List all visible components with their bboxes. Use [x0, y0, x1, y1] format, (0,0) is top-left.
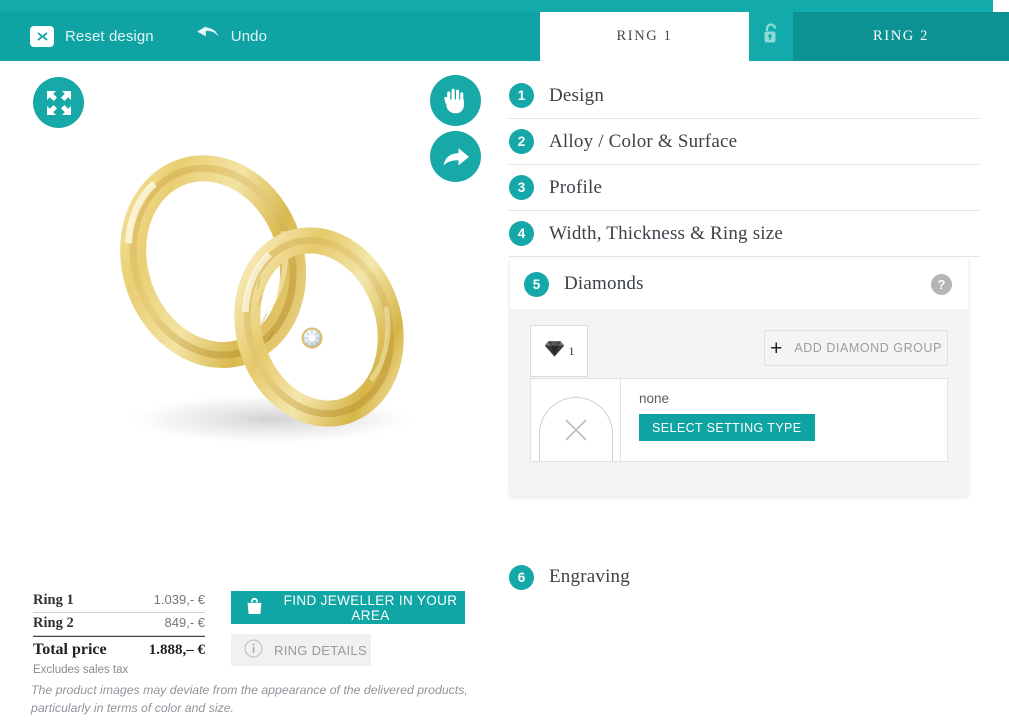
setting-type-thumbnail[interactable] [531, 379, 621, 461]
diamond-group-bar: 1 + ADD DIAMOND GROUP [530, 325, 948, 377]
reset-design-button[interactable]: Reset design [30, 26, 154, 47]
step-item-engraving[interactable]: 6 Engraving [509, 554, 979, 600]
select-setting-type-button[interactable]: SELECT SETTING TYPE [639, 414, 815, 441]
fullscreen-expand-button[interactable] [33, 77, 84, 128]
price-value: 1.039,- € [153, 592, 205, 607]
diamonds-panel-body: 1 + ADD DIAMOND GROUP none SELECT SETTIN… [510, 309, 968, 496]
diamond-icon [544, 339, 565, 363]
step-item-profile[interactable]: 3 Profile [509, 165, 979, 211]
tab-ring-1[interactable]: RING 1 [540, 12, 749, 61]
share-arrow-icon [443, 147, 469, 165]
tax-note: Excludes sales tax [33, 664, 129, 676]
undo-button[interactable]: Undo [196, 25, 267, 48]
total-price-label: Total price [33, 641, 107, 658]
step-number: 4 [509, 221, 534, 246]
ring-tabs: RING 1 RING 2 [540, 12, 1009, 61]
total-price-value: 1.888,– € [148, 642, 205, 658]
ring-product-image [95, 131, 445, 451]
step-item-width[interactable]: 4 Width, Thickness & Ring size [509, 211, 979, 257]
find-jeweller-button[interactable]: FIND JEWELLER IN YOUR AREA [231, 591, 465, 624]
none-cross-icon [564, 419, 587, 441]
diamonds-panel-header[interactable]: 5 Diamonds ? [510, 259, 968, 309]
product-disclaimer: The product images may deviate from the … [31, 683, 468, 715]
undo-arrow-icon [196, 25, 220, 48]
info-icon [244, 639, 263, 661]
price-value: 849,- € [164, 615, 205, 630]
find-jeweller-label: FIND JEWELLER IN YOUR AREA [283, 592, 458, 623]
step-label: Alloy / Color & Surface [549, 130, 738, 152]
price-label: Ring 2 [33, 615, 74, 631]
reset-design-label: Reset design [65, 28, 154, 45]
step-label: Diamonds [564, 273, 644, 294]
step-number: 1 [509, 83, 534, 108]
plus-icon: + [770, 336, 783, 360]
step-item-design[interactable]: 1 Design [509, 73, 979, 119]
price-row: Ring 1 1.039,- € [33, 590, 205, 613]
configuration-steps: 1 Design 2 Alloy / Color & Surface 3 Pro… [509, 73, 979, 257]
step-number: 6 [509, 564, 534, 590]
setting-type-card: none SELECT SETTING TYPE [530, 378, 948, 462]
price-label: Ring 1 [33, 592, 74, 608]
step-label: Profile [549, 176, 603, 198]
diamond-group-count: 1 [568, 343, 575, 358]
toolbar: Reset design Undo [0, 12, 540, 61]
setting-type-info: none SELECT SETTING TYPE [621, 379, 947, 461]
top-accent-strip [0, 0, 993, 12]
configuration-steps-lower: 6 Engraving [509, 554, 979, 600]
diamond-group-tab[interactable]: 1 [530, 325, 588, 377]
total-price-row: Total price 1.888,– € [33, 636, 205, 662]
add-diamond-group-label: ADD DIAMOND GROUP [794, 341, 942, 355]
step-number: 5 [524, 271, 549, 297]
cta-group: FIND JEWELLER IN YOUR AREA RING DETAILS [231, 591, 465, 666]
product-viewer [0, 61, 500, 561]
step-label: Design [549, 84, 605, 106]
close-x-icon [30, 26, 54, 47]
ring-details-label: RING DETAILS [274, 642, 367, 658]
undo-label: Undo [230, 28, 268, 45]
fullscreen-expand-icon [46, 90, 71, 115]
step-number: 2 [509, 129, 534, 154]
tab-ring-2[interactable]: RING 2 [793, 12, 1009, 61]
hand-rotate-icon [443, 88, 464, 113]
help-question-icon[interactable]: ? [931, 273, 952, 295]
setting-type-status: none [639, 391, 670, 406]
price-row: Ring 2 849,- € [33, 613, 205, 636]
diamonds-panel: 5 Diamonds ? 1 + ADD DIAMOND GROUP none … [510, 259, 968, 496]
step-number: 3 [509, 175, 534, 200]
unlock-icon [761, 22, 781, 51]
price-summary: Ring 1 1.039,- € Ring 2 849,- € Total pr… [33, 590, 205, 676]
step-label: Engraving [549, 566, 630, 587]
shopping-bag-icon [245, 597, 264, 619]
rotate-hand-button[interactable] [430, 75, 481, 126]
ring-details-button[interactable]: RING DETAILS [231, 634, 371, 666]
link-rings-toggle[interactable] [749, 12, 793, 61]
add-diamond-group-button[interactable]: + ADD DIAMOND GROUP [764, 330, 948, 366]
ring-configurator: Reset design Undo RING 1 RING 2 Ring 1 1… [0, 0, 1009, 720]
step-label: Width, Thickness & Ring size [549, 222, 784, 244]
step-item-alloy[interactable]: 2 Alloy / Color & Surface [509, 119, 979, 165]
